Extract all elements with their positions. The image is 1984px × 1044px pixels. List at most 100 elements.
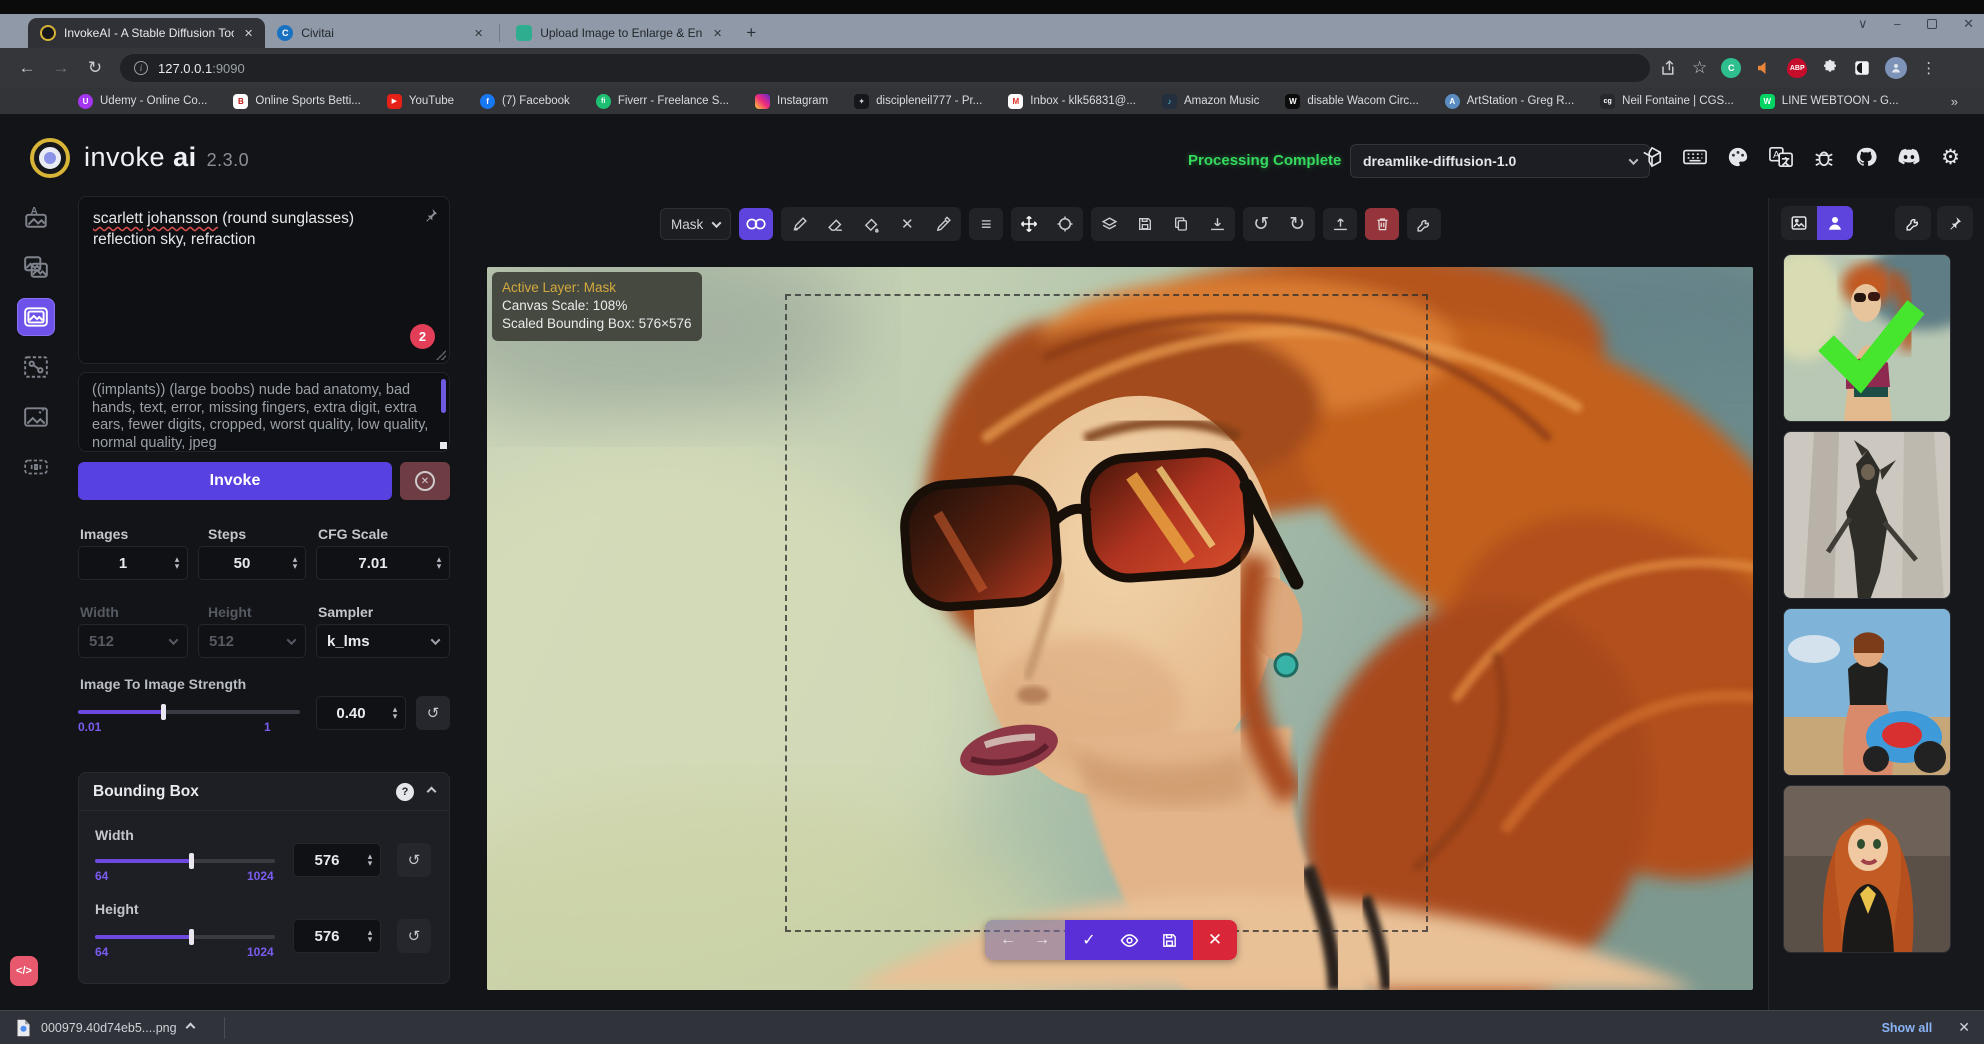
bbox-width-slider[interactable] [95,859,275,863]
bookmark-item[interactable]: WLINE WEBTOON - G... [1760,94,1899,109]
tab-text-to-image[interactable]: A [17,198,55,236]
bookmark-item[interactable]: ✦discipleneil777 - Pr... [854,94,982,109]
extensions-puzzle-icon[interactable] [1821,59,1839,77]
download-menu-chevron-icon[interactable] [185,1023,195,1033]
bounding-box-header[interactable]: Bounding Box ? [79,773,449,811]
settings-gear-icon[interactable]: ⚙ [1941,147,1960,168]
invoke-button[interactable]: Invoke [78,462,392,500]
upload-image-button[interactable] [1323,208,1357,240]
move-tool-button[interactable] [1012,208,1046,240]
eraser-tool-button[interactable] [818,208,852,240]
accept-image-button[interactable]: ✓ [1071,930,1107,950]
images-input[interactable]: 1 ▴▾ [78,546,188,580]
colorzilla-extension-icon[interactable]: C [1721,58,1741,78]
volume-extension-icon[interactable] [1755,59,1773,77]
resize-handle[interactable] [436,350,446,360]
tab-training[interactable] [17,448,55,486]
profile-avatar[interactable] [1885,57,1907,79]
stepper-arrows[interactable]: ▴▾ [385,707,405,719]
i2i-reset-button[interactable]: ↺ [416,696,450,730]
prompt-input[interactable]: scarlett johansson (round sunglasses)ref… [78,196,450,364]
discard-image-button[interactable]: ✕ [1193,920,1237,960]
close-window-button[interactable]: ✕ [1963,16,1974,32]
undo-button[interactable]: ↺ [1244,208,1278,240]
gallery-thumbnail[interactable] [1783,431,1951,599]
next-image-button[interactable]: → [1025,931,1059,949]
gallery-settings-button[interactable] [1895,206,1931,240]
width-select[interactable]: 512 [78,624,188,658]
stepper-arrows[interactable]: ▴▾ [429,557,449,569]
resize-handle[interactable] [440,442,447,449]
tab-civitai[interactable]: C Civitai ✕ [265,18,495,48]
tab-close-icon[interactable]: ✕ [242,25,255,42]
bookmark-item[interactable]: AArtStation - Greg R... [1445,94,1574,109]
help-icon[interactable]: ? [396,783,414,801]
canvas-bounding-box[interactable] [785,294,1428,932]
bookmark-item[interactable]: Wdisable Wacom Circ... [1285,94,1418,109]
bookmark-item[interactable]: f(7) Facebook [480,94,570,109]
download-item[interactable]: 000979.40d74eb5....png [0,1011,210,1044]
model-select[interactable]: dreamlike-diffusion-1.0 [1350,144,1650,178]
model-manager-cube-icon[interactable] [1641,146,1663,168]
site-info-icon[interactable]: i [134,61,148,75]
forward-button[interactable]: → [44,58,78,78]
gallery-pin-button[interactable] [1937,206,1973,240]
canvas-settings-button[interactable] [1407,208,1441,240]
merge-layers-button[interactable] [1092,208,1126,240]
bbox-height-slider[interactable] [95,935,275,939]
scrollbar[interactable] [441,379,446,413]
gallery-results-tab[interactable] [1817,206,1853,240]
minimize-button[interactable]: − [1894,17,1902,32]
tab-search-icon[interactable]: ∨ [1858,16,1868,32]
tab-close-icon[interactable]: ✕ [711,25,724,42]
collapse-chevron-icon[interactable] [427,787,437,797]
copy-to-clipboard-button[interactable] [1164,208,1198,240]
mask-options-button[interactable] [739,208,773,240]
stepper-arrows[interactable]: ▴▾ [360,930,380,942]
bookmark-item[interactable]: cgNeil Fontaine | CGS... [1600,94,1734,109]
steps-input[interactable]: 50 ▴▾ [198,546,306,580]
fill-bounding-box-button[interactable] [854,208,888,240]
tab-post-processing[interactable] [17,398,55,436]
layer-select[interactable]: Mask [660,208,731,240]
theme-palette-icon[interactable] [1727,146,1749,168]
redo-button[interactable]: ↻ [1280,208,1314,240]
bookmark-star-icon[interactable]: ☆ [1692,58,1707,78]
save-to-gallery-button[interactable] [1128,208,1162,240]
gallery-images-tab[interactable] [1781,206,1817,240]
browser-menu-icon[interactable]: ⋮ [1921,59,1936,77]
report-bug-icon[interactable] [1813,146,1835,168]
save-staged-image-button[interactable] [1151,932,1187,949]
bbox-height-reset-button[interactable]: ↺ [397,919,431,953]
gallery-thumbnail[interactable] [1783,785,1951,953]
language-translate-icon[interactable]: A [1769,146,1793,168]
console-toggle-button[interactable]: </> [10,956,38,986]
bookmark-item[interactable]: ♪Amazon Music [1162,94,1259,109]
bookmark-item[interactable]: BOnline Sports Betti... [233,94,360,109]
bookmark-item[interactable]: MInbox - klk56831@... [1008,94,1136,109]
github-icon[interactable] [1855,146,1877,168]
height-select[interactable]: 512 [198,624,306,658]
cancel-button[interactable]: ✕ [400,462,450,500]
pin-icon[interactable] [423,207,439,223]
stepper-arrows[interactable]: ▴▾ [285,557,305,569]
bookmark-item[interactable]: ▶YouTube [387,94,454,109]
bbox-height-input[interactable]: 576 ▴▾ [293,919,381,953]
new-tab-button[interactable]: + [746,23,756,43]
tab-unified-canvas[interactable] [17,298,55,336]
darkreader-extension-icon[interactable] [1853,59,1871,77]
i2i-strength-input[interactable]: 0.40 ▴▾ [316,696,406,730]
share-icon[interactable] [1660,59,1678,77]
hotkeys-keyboard-icon[interactable] [1683,146,1707,168]
tab-invokeai[interactable]: InvokeAI - A Stable Diffusion Too ✕ [28,18,265,48]
bookmark-item[interactable]: fiFiverr - Freelance S... [596,94,729,109]
discord-icon[interactable] [1897,146,1921,168]
bookmark-item[interactable]: UUdemy - Online Co... [78,94,207,109]
restore-button[interactable] [1927,19,1937,29]
negative-prompt-input[interactable]: ((implants)) (large boobs) nude bad anat… [78,372,450,452]
show-hide-image-button[interactable] [1111,931,1147,950]
download-image-button[interactable] [1200,208,1234,240]
address-bar[interactable]: i 127.0.0.1:9090 [120,54,1650,82]
show-all-downloads-link[interactable]: Show all [1882,1021,1933,1035]
brush-tool-button[interactable] [782,208,816,240]
